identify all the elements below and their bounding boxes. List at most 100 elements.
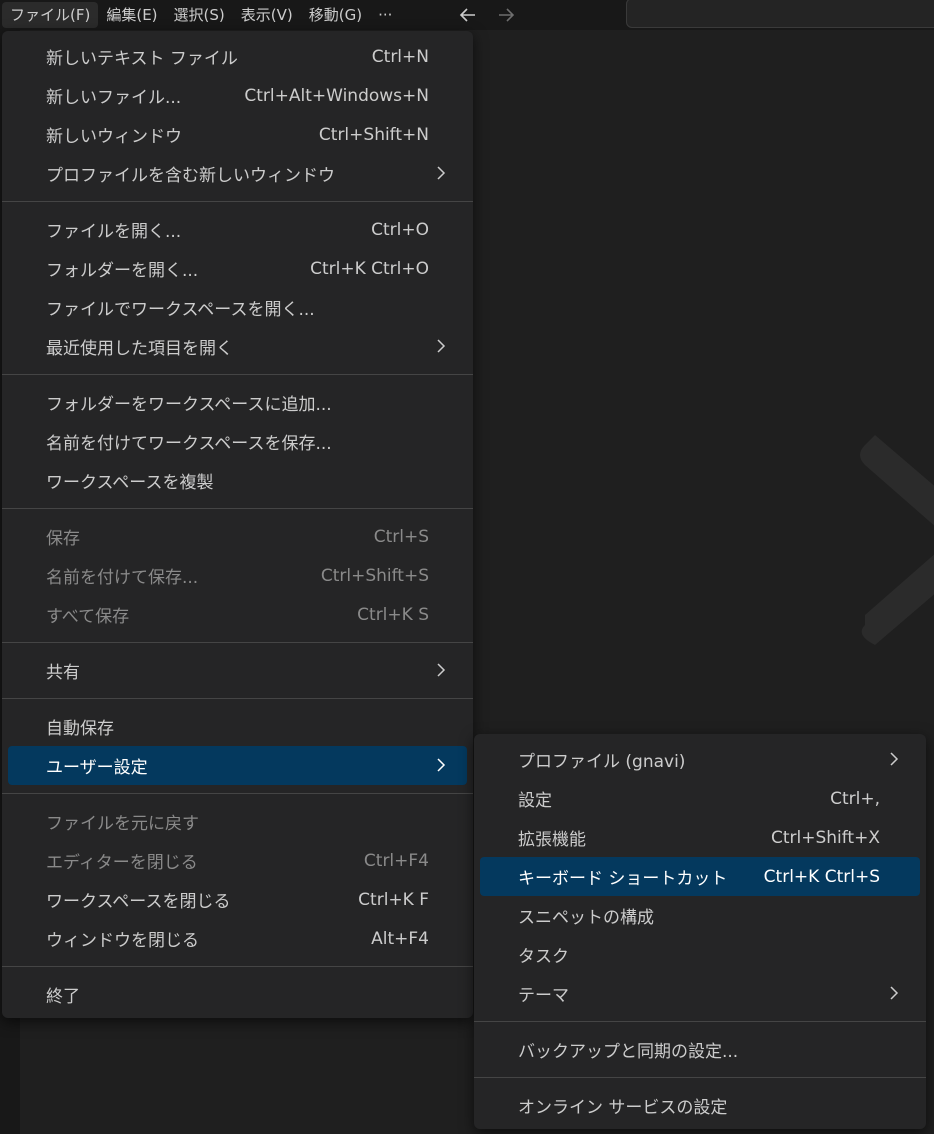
menu-item-label: 新しいウィンドウ — [46, 127, 182, 147]
menu-item-label: フォルダーをワークスペースに追加... — [46, 395, 332, 415]
menu-item-label: すべて保存 — [46, 607, 130, 627]
menu-item-label: 保存 — [46, 529, 80, 549]
arrow-right-icon[interactable] — [494, 3, 518, 27]
menu-item-preferences[interactable]: ユーザー設定 — [8, 746, 467, 785]
menu-item-auto-save[interactable]: 自動保存 — [8, 707, 467, 746]
menubar-view[interactable]: 表示(V) — [233, 2, 301, 28]
menu-item-settings[interactable]: 設定 Ctrl+, — [480, 779, 920, 818]
chevron-right-icon — [437, 166, 446, 180]
menu-item-open-folder[interactable]: フォルダーを開く... Ctrl+K Ctrl+O — [8, 249, 467, 288]
menubar-selection[interactable]: 選択(S) — [166, 2, 233, 28]
menu-item-online-services[interactable]: オンライン サービスの設定 — [480, 1086, 920, 1125]
menu-item-profile[interactable]: プロファイル (gnavi) — [480, 740, 920, 779]
menu-item-shortcut: Alt+F4 — [371, 928, 429, 949]
menu-separator — [2, 966, 473, 967]
menu-item-label: タスク — [518, 947, 569, 967]
menu-item-shortcut: Ctrl+F4 — [363, 850, 429, 871]
menu-item-new-window-profile[interactable]: プロファイルを含む新しいウィンドウ — [8, 154, 467, 193]
menu-item-open-workspace-from-file[interactable]: ファイルでワークスペースを開く... — [8, 288, 467, 327]
menu-item-close-window[interactable]: ウィンドウを閉じる Alt+F4 — [8, 919, 467, 958]
menu-item-themes[interactable]: テーマ — [480, 974, 920, 1013]
menu-item-label: プロファイルを含む新しいウィンドウ — [46, 166, 335, 186]
menu-item-label: キーボード ショートカット — [518, 869, 728, 889]
menu-item-open-recent[interactable]: 最近使用した項目を開く — [8, 327, 467, 366]
menu-item-duplicate-workspace[interactable]: ワークスペースを複製 — [8, 461, 467, 500]
menu-item-label: ウィンドウを閉じる — [46, 931, 199, 951]
menu-item-close-editor[interactable]: エディターを閉じる Ctrl+F4 — [8, 841, 467, 880]
menu-item-new-file[interactable]: 新しいファイル... Ctrl+Alt+Windows+N — [8, 76, 467, 115]
menu-separator — [2, 374, 473, 375]
menu-separator — [2, 508, 473, 509]
menu-separator — [2, 698, 473, 699]
menu-item-label: 新しいファイル... — [46, 88, 182, 108]
menu-item-label: 名前を付けてワークスペースを保存... — [46, 434, 332, 454]
chevron-right-icon — [890, 986, 899, 1000]
menu-item-configure-snippets[interactable]: スニペットの構成 — [480, 896, 920, 935]
menu-item-keyboard-shortcuts[interactable]: キーボード ショートカット Ctrl+K Ctrl+S — [480, 857, 920, 896]
menu-item-new-window[interactable]: 新しいウィンドウ Ctrl+Shift+N — [8, 115, 467, 154]
menu-separator — [2, 201, 473, 202]
menu-item-exit[interactable]: 終了 — [8, 975, 467, 1014]
menu-item-label: オンライン サービスの設定 — [518, 1098, 728, 1118]
menu-item-label: プロファイル (gnavi) — [518, 752, 686, 772]
menu-item-label: エディターを閉じる — [46, 853, 198, 873]
menu-item-add-folder-to-workspace[interactable]: フォルダーをワークスペースに追加... — [8, 383, 467, 422]
menu-item-label: テーマ — [518, 986, 569, 1006]
navigation-controls — [456, 3, 518, 27]
menu-item-shortcut: Ctrl+Shift+S — [320, 565, 429, 586]
menu-separator — [474, 1021, 926, 1022]
arrow-left-icon[interactable] — [456, 3, 480, 27]
menu-item-backup-sync[interactable]: バックアップと同期の設定... — [480, 1030, 920, 1069]
command-center[interactable] — [626, 0, 934, 28]
menu-item-label: 新しいテキスト ファイル — [46, 49, 238, 69]
menu-item-label: 設定 — [518, 791, 552, 811]
menu-item-label: ワークスペースを複製 — [46, 473, 214, 493]
menu-separator — [474, 1077, 926, 1078]
menu-item-shortcut: Ctrl+Shift+X — [770, 827, 880, 848]
menu-item-shortcut: Ctrl+K F — [358, 889, 429, 910]
menu-item-label: 自動保存 — [46, 719, 114, 739]
menu-bar: ファイル(F) 編集(E) 選択(S) 表示(V) 移動(G) ··· — [2, 0, 400, 30]
menu-item-revert-file[interactable]: ファイルを元に戻す — [8, 802, 467, 841]
menu-separator — [2, 642, 473, 643]
chevron-right-icon — [437, 339, 446, 353]
menu-item-label: ファイルを開く... — [46, 222, 182, 242]
menu-item-extensions[interactable]: 拡張機能 Ctrl+Shift+X — [480, 818, 920, 857]
menu-item-save-as[interactable]: 名前を付けて保存... Ctrl+Shift+S — [8, 556, 467, 595]
menubar-file[interactable]: ファイル(F) — [2, 2, 99, 28]
menu-item-save-all[interactable]: すべて保存 Ctrl+K S — [8, 595, 467, 634]
menu-item-label: 最近使用した項目を開く — [46, 339, 233, 359]
menu-item-close-workspace[interactable]: ワークスペースを閉じる Ctrl+K F — [8, 880, 467, 919]
menu-item-shortcut: Ctrl+Alt+Windows+N — [244, 85, 429, 106]
menu-item-shortcut: Ctrl+K Ctrl+O — [310, 258, 429, 279]
menu-item-shortcut: Ctrl+S — [373, 526, 429, 547]
menu-separator — [2, 793, 473, 794]
menubar-go[interactable]: 移動(G) — [301, 2, 370, 28]
menu-item-share[interactable]: 共有 — [8, 651, 467, 690]
menu-item-save-workspace-as[interactable]: 名前を付けてワークスペースを保存... — [8, 422, 467, 461]
menu-item-label: スニペットの構成 — [518, 908, 654, 928]
menu-item-shortcut: Ctrl+K S — [357, 604, 429, 625]
preferences-submenu: プロファイル (gnavi) 設定 Ctrl+, 拡張機能 Ctrl+Shift… — [474, 734, 926, 1129]
chevron-right-icon — [890, 752, 899, 766]
menubar-more[interactable]: ··· — [370, 2, 400, 28]
menubar-edit[interactable]: 編集(E) — [98, 2, 165, 28]
menu-item-shortcut: Ctrl+K Ctrl+S — [763, 866, 880, 887]
menu-item-tasks[interactable]: タスク — [480, 935, 920, 974]
menu-item-save[interactable]: 保存 Ctrl+S — [8, 517, 467, 556]
menu-item-label: 共有 — [46, 663, 80, 683]
menu-item-label: ファイルでワークスペースを開く... — [46, 300, 315, 320]
menu-item-label: 名前を付けて保存... — [46, 568, 199, 588]
title-bar: ファイル(F) 編集(E) 選択(S) 表示(V) 移動(G) ··· — [0, 0, 934, 30]
menu-item-label: ファイルを元に戻す — [46, 814, 199, 834]
menu-item-label: ワークスペースを閉じる — [46, 892, 231, 912]
menu-item-shortcut: Ctrl+, — [830, 788, 880, 809]
chevron-right-icon — [437, 758, 446, 772]
menu-item-new-text-file[interactable]: 新しいテキスト ファイル Ctrl+N — [8, 37, 467, 76]
menu-item-shortcut: Ctrl+O — [371, 219, 429, 240]
menu-item-label: ユーザー設定 — [46, 758, 148, 778]
vscode-logo-icon — [855, 425, 934, 659]
file-menu: 新しいテキスト ファイル Ctrl+N 新しいファイル... Ctrl+Alt+… — [2, 31, 473, 1018]
menu-item-label: フォルダーを開く... — [46, 261, 199, 281]
menu-item-open-file[interactable]: ファイルを開く... Ctrl+O — [8, 210, 467, 249]
